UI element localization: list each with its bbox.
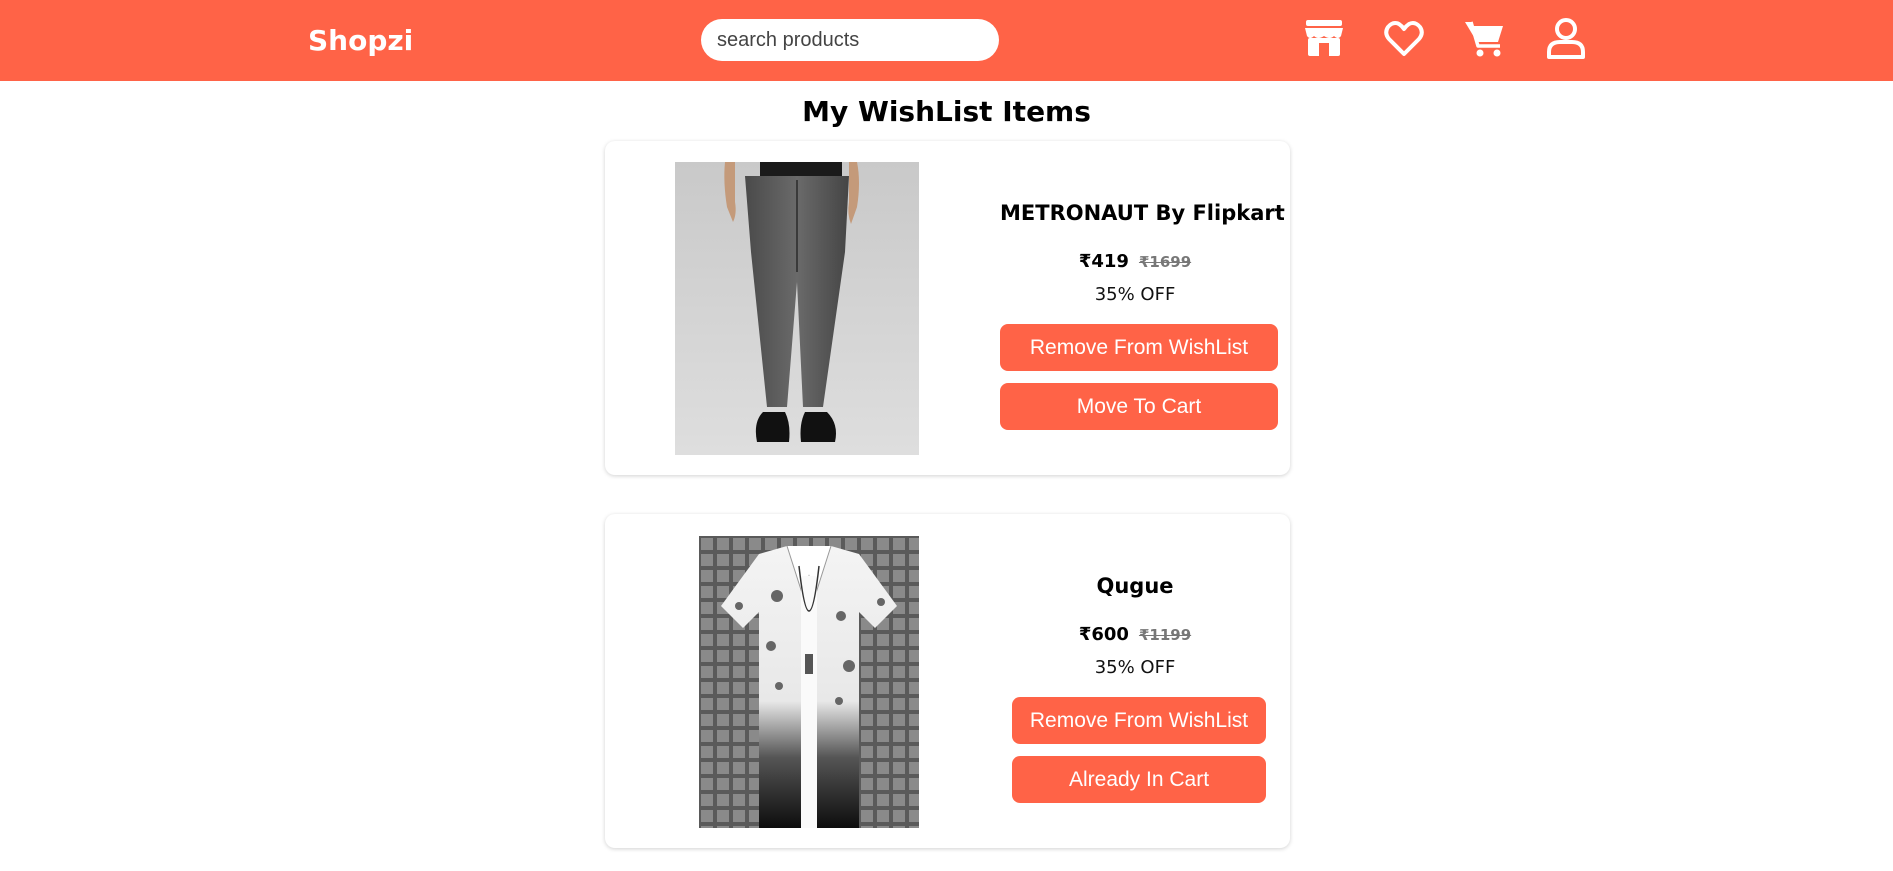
user-icon[interactable] bbox=[1542, 14, 1590, 62]
product-price: ₹419 bbox=[1078, 251, 1129, 272]
wishlist-card: METRONAUT By Flipkart ₹419 ₹1699 35% OFF … bbox=[605, 141, 1290, 475]
price-row: ₹600 ₹1199 bbox=[1000, 624, 1270, 645]
navbar: Shopzi bbox=[0, 0, 1893, 81]
product-mrp: ₹1199 bbox=[1138, 626, 1192, 644]
product-image-jeans[interactable] bbox=[675, 162, 919, 455]
page-title: My WishList Items bbox=[802, 95, 1091, 128]
remove-from-wishlist-button[interactable]: Remove From WishList bbox=[1012, 697, 1266, 744]
brand-logo[interactable]: Shopzi bbox=[308, 24, 413, 57]
remove-from-wishlist-button[interactable]: Remove From WishList bbox=[1000, 324, 1278, 371]
store-icon[interactable] bbox=[1300, 14, 1348, 62]
wishlist-card: Qugue ₹600 ₹1199 35% OFF Remove From Wish… bbox=[605, 514, 1290, 848]
heart-icon[interactable] bbox=[1380, 14, 1428, 62]
product-image-shirt[interactable] bbox=[699, 536, 919, 828]
product-discount: 35% OFF bbox=[1094, 657, 1176, 678]
cart-icon[interactable] bbox=[1461, 14, 1509, 62]
price-row: ₹419 ₹1699 bbox=[1000, 251, 1270, 272]
move-to-cart-button[interactable]: Move To Cart bbox=[1000, 383, 1278, 430]
product-discount: 35% OFF bbox=[1094, 284, 1176, 305]
already-in-cart-button[interactable]: Already In Cart bbox=[1012, 756, 1266, 803]
product-name[interactable]: METRONAUT By Flipkart bbox=[1000, 201, 1285, 225]
product-info: METRONAUT By Flipkart ₹419 ₹1699 35% OFF bbox=[1000, 201, 1285, 305]
search-input[interactable] bbox=[701, 19, 999, 61]
product-info: Qugue ₹600 ₹1199 35% OFF bbox=[1000, 574, 1270, 678]
product-price: ₹600 bbox=[1078, 624, 1129, 645]
product-name[interactable]: Qugue bbox=[1000, 574, 1270, 598]
product-mrp: ₹1699 bbox=[1138, 253, 1192, 271]
